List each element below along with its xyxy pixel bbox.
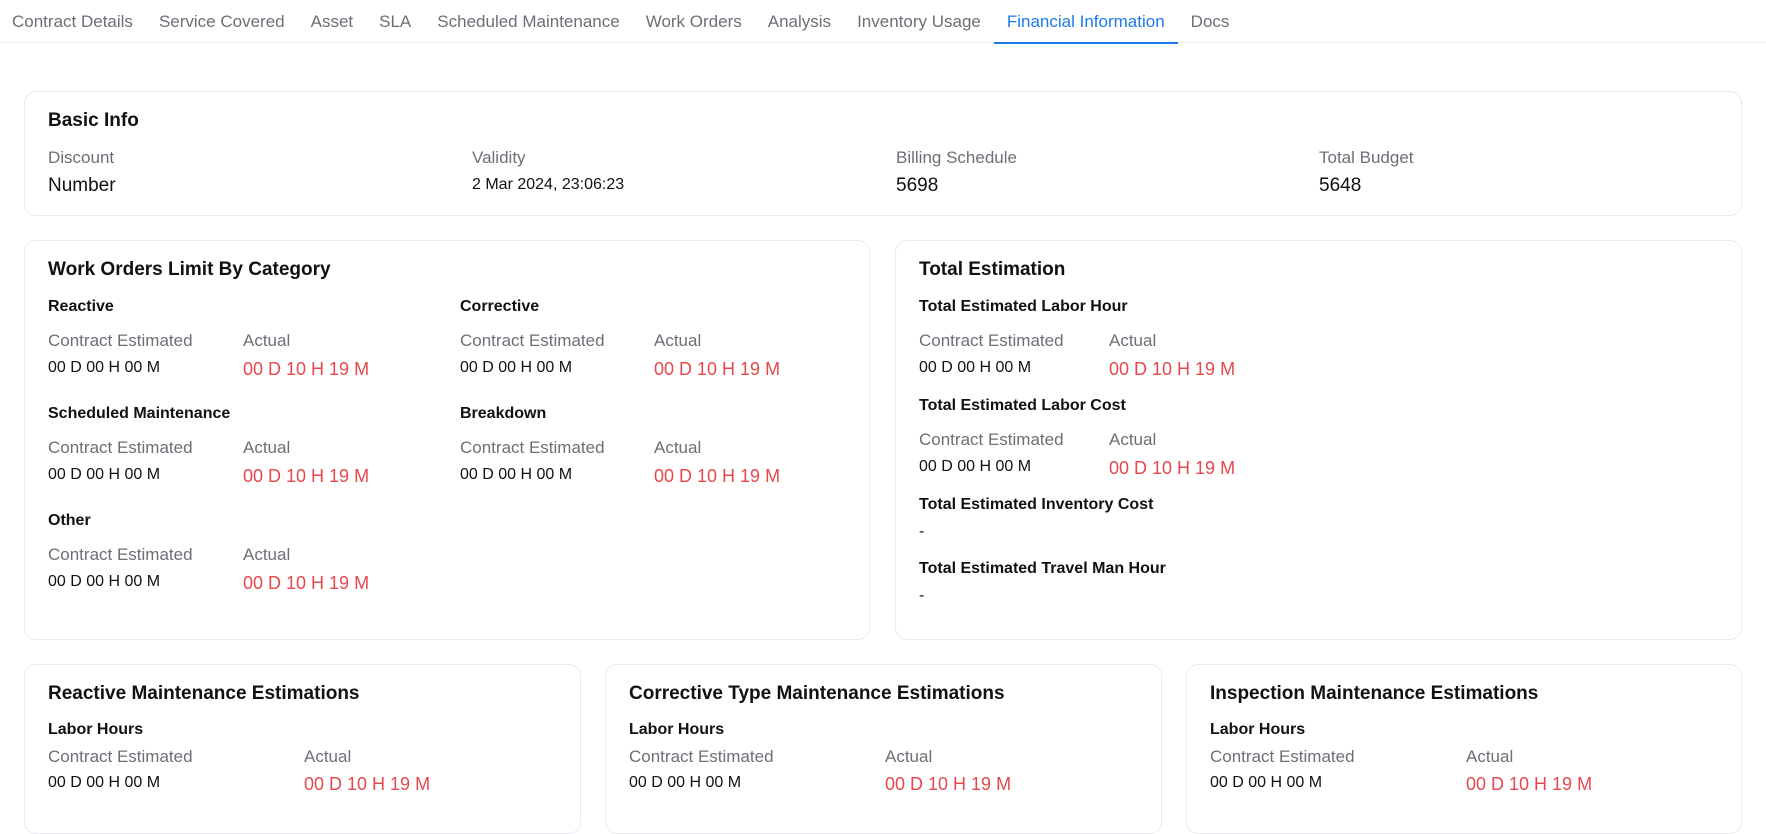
- basic-info-card: Basic Info Discount Number Validity 2 Ma…: [24, 91, 1742, 216]
- other-estimated-value: 00 D 00 H 00 M: [48, 573, 161, 590]
- scheduled-actual-label: Actual: [243, 438, 291, 457]
- tab-docs[interactable]: Docs: [1178, 0, 1243, 43]
- tab-scheduled-maintenance[interactable]: Scheduled Maintenance: [424, 0, 632, 43]
- total-estimation-card: Total Estimation Total Estimated Labor H…: [895, 240, 1742, 640]
- tab-contract-details[interactable]: Contract Details: [0, 0, 146, 43]
- labor-cost-estimated-label: Contract Estimated: [919, 430, 1064, 449]
- validity-value: 2 Mar 2024, 23:06:23: [472, 176, 625, 193]
- labor-hour-title: Total Estimated Labor Hour: [919, 298, 1128, 315]
- corrective-estimated-label: Contract Estimated: [460, 331, 605, 350]
- total-budget-label: Total Budget: [1319, 148, 1414, 167]
- tab-work-orders[interactable]: Work Orders: [633, 0, 755, 43]
- reactive-maintenance-title: Reactive Maintenance Estimations: [48, 683, 360, 704]
- inspection-maintenance-title: Inspection Maintenance Estimations: [1210, 683, 1539, 704]
- labor-hour-actual-label: Actual: [1109, 331, 1157, 350]
- basic-info-title: Basic Info: [48, 110, 139, 131]
- corrective-maintenance-labor-hours-title: Labor Hours: [629, 721, 725, 738]
- reactive-maintenance-estimations-card: Reactive Maintenance Estimations Labor H…: [24, 664, 581, 834]
- category-corrective-title: Corrective: [460, 298, 540, 315]
- scheduled-estimated-value: 00 D 00 H 00 M: [48, 466, 161, 483]
- discount-value: Number: [48, 175, 116, 196]
- breakdown-actual-value: 00 D 10 H 19 M: [654, 466, 781, 486]
- corrective-maintenance-estimations-card: Corrective Type Maintenance Estimations …: [605, 664, 1162, 834]
- corrective-maintenance-estimated-value: 00 D 00 H 00 M: [629, 774, 742, 791]
- tab-inventory-usage[interactable]: Inventory Usage: [844, 0, 994, 43]
- inspection-maintenance-estimated-value: 00 D 00 H 00 M: [1210, 774, 1323, 791]
- reactive-maintenance-estimated-value: 00 D 00 H 00 M: [48, 774, 161, 791]
- category-other-title: Other: [48, 512, 91, 529]
- scheduled-estimated-label: Contract Estimated: [48, 438, 193, 457]
- breakdown-estimated-label: Contract Estimated: [460, 438, 605, 457]
- labor-cost-actual-value: 00 D 10 H 19 M: [1109, 458, 1236, 478]
- reactive-estimated-label: Contract Estimated: [48, 331, 193, 350]
- validity-label: Validity: [472, 148, 526, 167]
- reactive-maintenance-actual-label: Actual: [304, 747, 352, 766]
- inventory-cost-value: -: [919, 523, 925, 540]
- tab-financial-information[interactable]: Financial Information: [993, 0, 1178, 44]
- billing-schedule-value: 5698: [896, 175, 939, 196]
- corrective-estimated-value: 00 D 00 H 00 M: [460, 359, 573, 376]
- reactive-maintenance-estimated-label: Contract Estimated: [48, 747, 193, 766]
- total-estimation-title: Total Estimation: [919, 259, 1066, 280]
- reactive-actual-label: Actual: [243, 331, 291, 350]
- other-estimated-label: Contract Estimated: [48, 545, 193, 564]
- labor-hour-actual-value: 00 D 10 H 19 M: [1109, 359, 1236, 379]
- tab-bar: Contract Details Service Covered Asset S…: [0, 0, 1766, 44]
- category-scheduled-maintenance-title: Scheduled Maintenance: [48, 405, 231, 422]
- other-actual-value: 00 D 10 H 19 M: [243, 573, 370, 593]
- labor-hour-estimated-value: 00 D 00 H 00 M: [919, 359, 1032, 376]
- corrective-maintenance-estimated-label: Contract Estimated: [629, 747, 774, 766]
- inspection-maintenance-actual-value: 00 D 10 H 19 M: [1466, 774, 1593, 794]
- work-orders-limit-title: Work Orders Limit By Category: [48, 259, 331, 280]
- tab-service-covered[interactable]: Service Covered: [146, 0, 298, 43]
- breakdown-actual-label: Actual: [654, 438, 702, 457]
- corrective-maintenance-actual-value: 00 D 10 H 19 M: [885, 774, 1012, 794]
- labor-cost-estimated-value: 00 D 00 H 00 M: [919, 458, 1032, 475]
- inspection-maintenance-estimations-card: Inspection Maintenance Estimations Labor…: [1186, 664, 1742, 834]
- category-reactive-title: Reactive: [48, 298, 114, 315]
- total-budget-value: 5648: [1319, 175, 1362, 196]
- corrective-actual-value: 00 D 10 H 19 M: [654, 359, 781, 379]
- tab-sla[interactable]: SLA: [366, 0, 424, 43]
- breakdown-estimated-value: 00 D 00 H 00 M: [460, 466, 573, 483]
- labor-hour-estimated-label: Contract Estimated: [919, 331, 1064, 350]
- travel-man-hour-title: Total Estimated Travel Man Hour: [919, 560, 1166, 577]
- billing-schedule-label: Billing Schedule: [896, 148, 1017, 167]
- labor-cost-title: Total Estimated Labor Cost: [919, 397, 1126, 414]
- reactive-maintenance-actual-value: 00 D 10 H 19 M: [304, 774, 431, 794]
- tab-analysis[interactable]: Analysis: [755, 0, 844, 43]
- corrective-maintenance-actual-label: Actual: [885, 747, 933, 766]
- corrective-maintenance-title: Corrective Type Maintenance Estimations: [629, 683, 1005, 704]
- other-actual-label: Actual: [243, 545, 291, 564]
- labor-cost-actual-label: Actual: [1109, 430, 1157, 449]
- discount-label: Discount: [48, 148, 115, 167]
- travel-man-hour-value: -: [919, 587, 925, 604]
- tab-asset[interactable]: Asset: [298, 0, 367, 43]
- scheduled-actual-value: 00 D 10 H 19 M: [243, 466, 370, 486]
- reactive-maintenance-labor-hours-title: Labor Hours: [48, 721, 144, 738]
- reactive-estimated-value: 00 D 00 H 00 M: [48, 359, 161, 376]
- inspection-maintenance-actual-label: Actual: [1466, 747, 1514, 766]
- inventory-cost-title: Total Estimated Inventory Cost: [919, 496, 1154, 513]
- category-breakdown-title: Breakdown: [460, 405, 547, 422]
- reactive-actual-value: 00 D 10 H 19 M: [243, 359, 370, 379]
- inspection-maintenance-labor-hours-title: Labor Hours: [1210, 721, 1306, 738]
- work-orders-limit-card: Work Orders Limit By Category Reactive C…: [24, 240, 870, 640]
- inspection-maintenance-estimated-label: Contract Estimated: [1210, 747, 1355, 766]
- corrective-actual-label: Actual: [654, 331, 702, 350]
